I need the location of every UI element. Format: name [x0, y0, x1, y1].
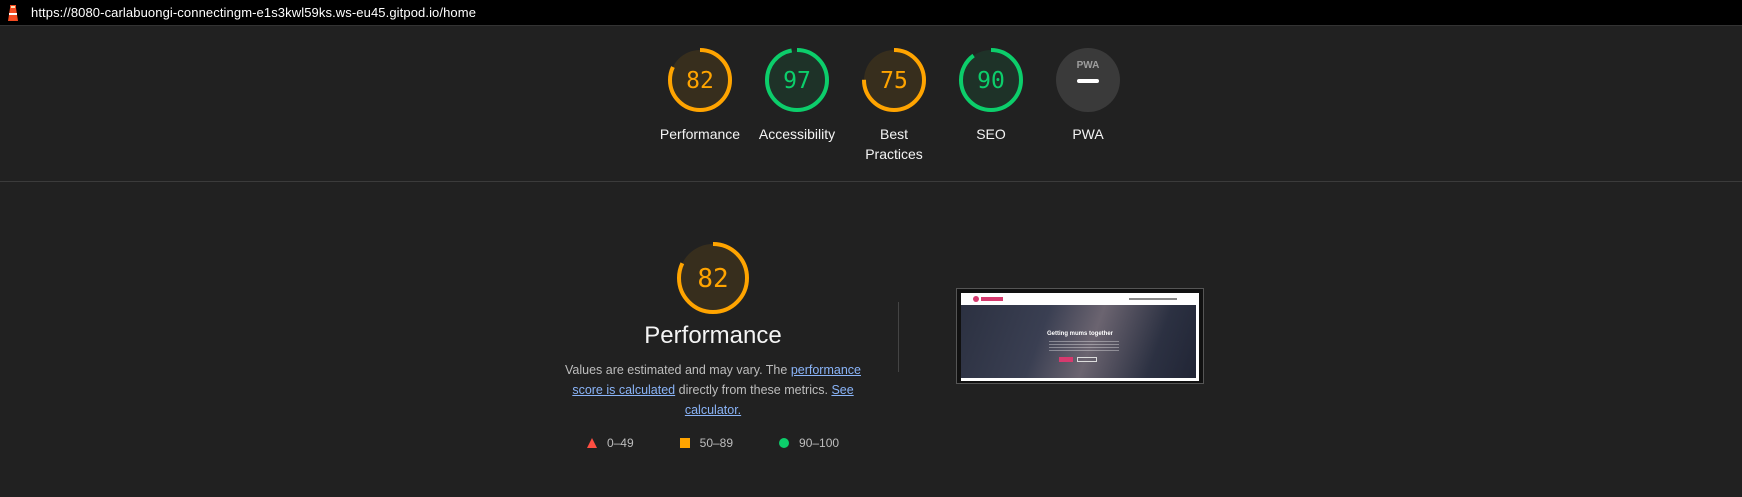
- page-url[interactable]: https://8080-carlabuongi-connectingm-e1s…: [31, 5, 476, 20]
- gauge-label: Accessibility: [758, 126, 836, 142]
- gauge-score: 82: [686, 68, 714, 94]
- gauge-label: PWA: [1072, 126, 1104, 142]
- final-screenshot-thumbnail[interactable]: Getting mums together: [956, 288, 1204, 384]
- screenshot-image: Getting mums together: [961, 293, 1199, 381]
- category-gauges: 82 Performance 97 Accessibility 75 Best …: [652, 46, 1136, 166]
- gauge-score: 90: [977, 68, 1005, 94]
- gauge-label: Best Practices: [865, 126, 923, 162]
- screenshot-bottom-edge: [961, 378, 1199, 381]
- screenshot-text-lines: [1049, 341, 1119, 353]
- desc-text-1: Values are estimated and may vary. The: [565, 363, 791, 377]
- legend-pass: 90–100: [779, 436, 839, 450]
- vertical-divider: [898, 302, 899, 372]
- screenshot-nav-links: [1129, 298, 1177, 300]
- legend-pass-label: 90–100: [799, 436, 840, 450]
- gauge-pwa[interactable]: PWA PWA: [1040, 46, 1136, 144]
- accessibility-gauge-ring: 97: [765, 48, 829, 112]
- screenshot-right-edge: [1196, 293, 1199, 381]
- screenshot-secondary-button: [1077, 357, 1097, 362]
- legend-average: 50–89: [679, 436, 734, 450]
- pwa-badge-text: PWA: [1077, 60, 1100, 71]
- triangle-icon: [586, 438, 597, 448]
- lighthouse-icon: [5, 4, 21, 22]
- gauge-performance[interactable]: 82 Performance: [652, 46, 748, 144]
- score-legend: 0–49 50–89 90–100: [586, 436, 839, 450]
- pwa-badge-icon: PWA: [1056, 48, 1120, 112]
- circle-icon: [779, 438, 790, 448]
- screenshot-logo-bar: [981, 297, 1003, 301]
- performance-title: Performance: [644, 322, 782, 349]
- seo-gauge-ring: 90: [959, 48, 1023, 112]
- gauge-score: 75: [880, 68, 908, 94]
- desc-text-2: directly from these metrics.: [675, 383, 832, 397]
- performance-gauge-ring: 82: [668, 48, 732, 112]
- square-icon: [679, 438, 690, 448]
- performance-description: Values are estimated and may vary. The p…: [548, 360, 878, 420]
- screenshot-primary-button: [1059, 357, 1073, 362]
- section-divider: [0, 181, 1742, 182]
- performance-score: 82: [697, 264, 728, 294]
- best-practices-gauge-ring: 75: [862, 48, 926, 112]
- gauge-label: SEO: [976, 126, 1006, 142]
- legend-average-label: 50–89: [699, 436, 734, 450]
- screenshot-heading: Getting mums together: [1046, 331, 1113, 337]
- browser-address-bar: https://8080-carlabuongi-connectingm-e1s…: [0, 0, 1742, 26]
- screenshot-logo-icon: [973, 296, 979, 302]
- gauge-accessibility[interactable]: 97 Accessibility: [749, 46, 845, 144]
- legend-fail-label: 0–49: [606, 436, 634, 450]
- gauge-score: 97: [783, 68, 811, 94]
- gauge-label: Performance: [659, 126, 741, 142]
- performance-large-gauge: 82: [677, 242, 749, 314]
- performance-summary: 82 Performance Values are estimated and …: [548, 240, 878, 450]
- legend-fail: 0–49: [586, 436, 634, 450]
- gauge-best-practices[interactable]: 75 Best Practices: [846, 46, 942, 164]
- gauge-seo[interactable]: 90 SEO: [943, 46, 1039, 144]
